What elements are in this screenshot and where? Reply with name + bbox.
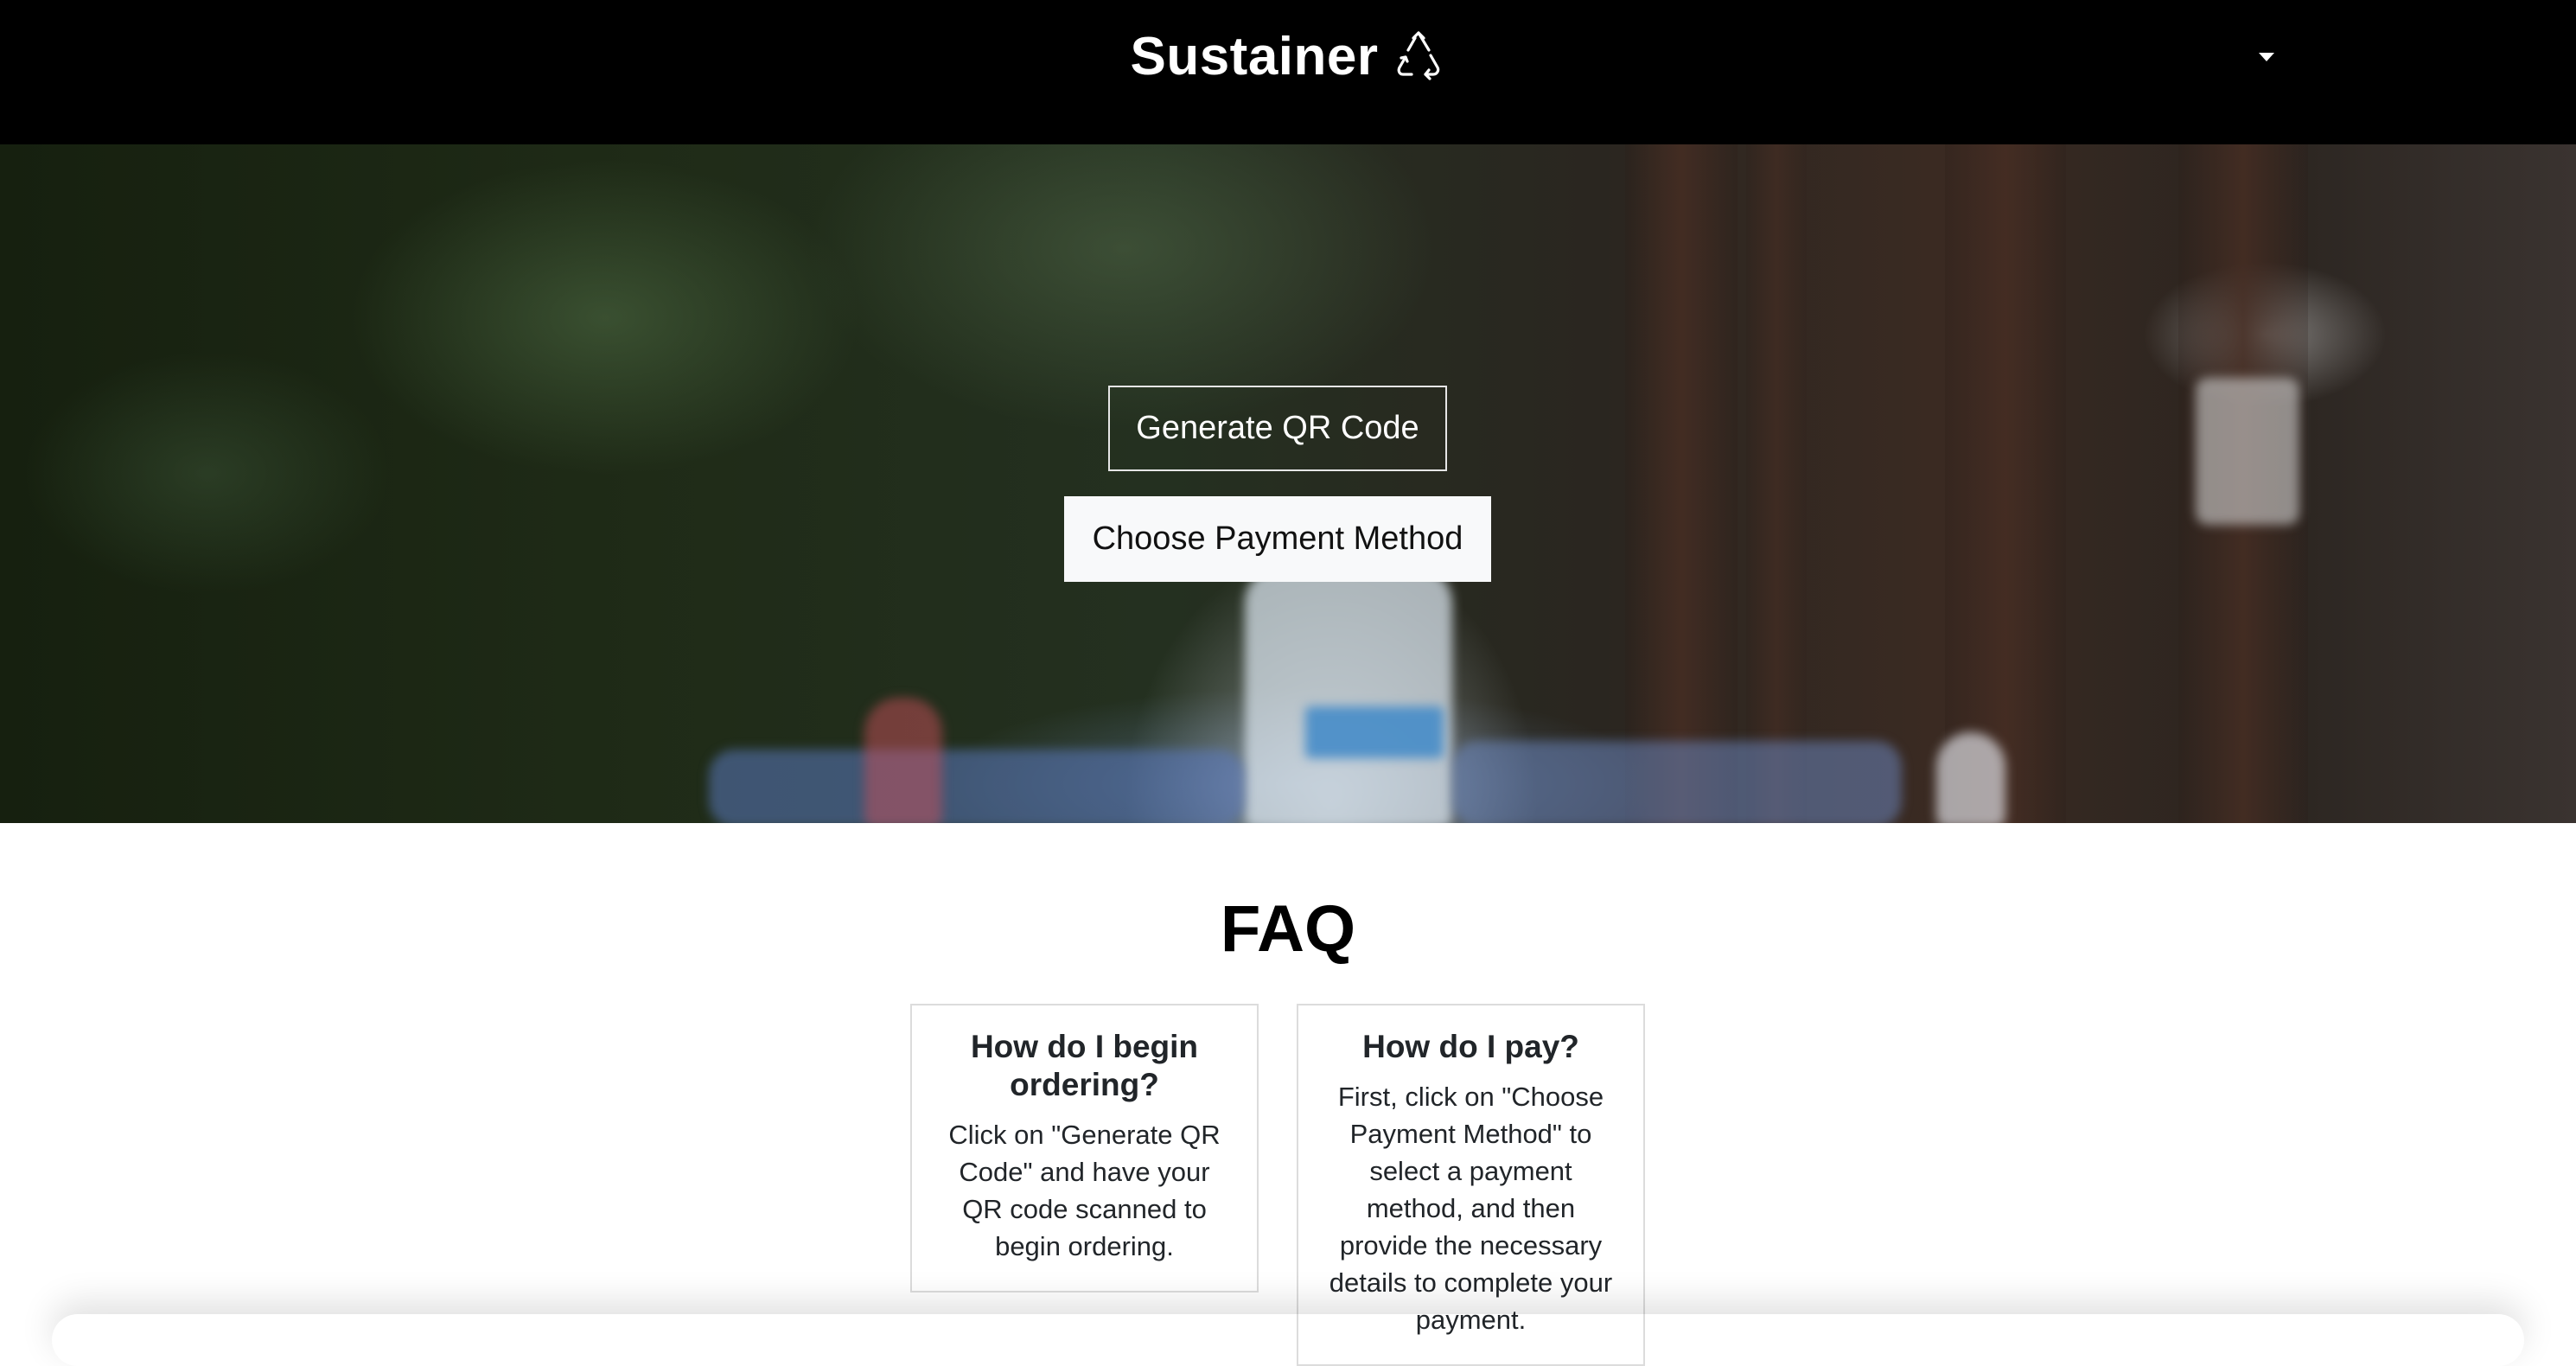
faq-answer: First, click on "Choose Payment Method" … <box>1329 1082 1613 1335</box>
generate-qr-code-button[interactable]: Generate QR Code <box>1108 386 1447 471</box>
nav-dropdown-toggle[interactable] <box>2248 38 2286 76</box>
page-bottom-shadow <box>52 1314 2524 1366</box>
brand: Sustainer <box>0 22 2576 92</box>
faq-card-how-to-pay: How do I pay? First, click on "Choose Pa… <box>1297 1004 1645 1366</box>
choose-payment-method-button[interactable]: Choose Payment Method <box>1064 496 1491 582</box>
faq-card-begin-ordering: How do I begin ordering? Click on "Gener… <box>910 1004 1259 1293</box>
hero-banner: Generate QR Code Choose Payment Method <box>0 144 2576 823</box>
caret-down-icon <box>2259 53 2274 61</box>
navbar: Sustainer <box>0 0 2576 144</box>
faq-answer: Click on "Generate QR Code" and have you… <box>948 1120 1221 1261</box>
brand-name: Sustainer <box>1130 27 1379 86</box>
faq-title: FAQ <box>1220 892 1356 966</box>
recycle-icon <box>1397 31 1439 80</box>
faq-question: How do I begin ordering? <box>970 1029 1199 1102</box>
faq-question: How do I pay? <box>1362 1029 1579 1064</box>
